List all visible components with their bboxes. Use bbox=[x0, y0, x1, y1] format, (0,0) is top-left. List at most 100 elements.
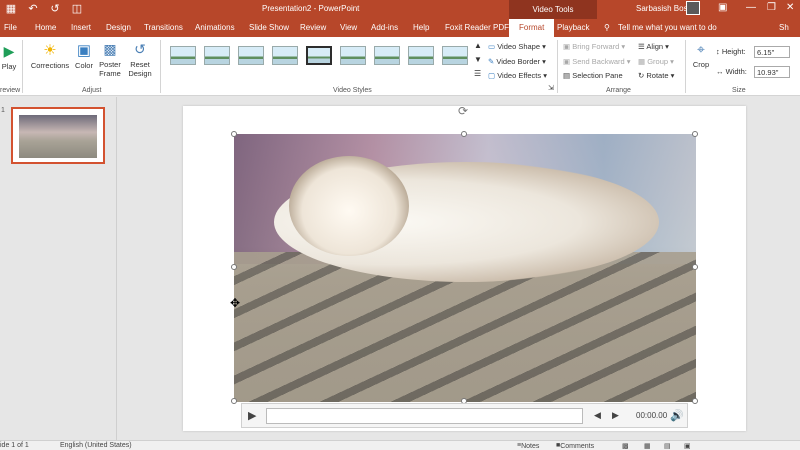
quick-access-toolbar: ▦ ↶ ↺ ◫ bbox=[4, 2, 84, 15]
tab-add-ins[interactable]: Add-ins bbox=[371, 19, 398, 37]
tell-me-search[interactable]: Tell me what you want to do bbox=[618, 19, 717, 37]
separator bbox=[22, 40, 23, 93]
present-icon[interactable]: ◫ bbox=[70, 2, 84, 15]
corrections-button[interactable]: ☀ Corrections bbox=[30, 41, 70, 70]
lightbulb-icon: ⚲ bbox=[604, 23, 610, 32]
size-group-label: Size bbox=[732, 87, 746, 94]
reading-view-icon[interactable]: ▤ bbox=[664, 442, 671, 450]
tab-home[interactable]: Home bbox=[35, 19, 56, 37]
height-field[interactable]: 6.15" bbox=[754, 46, 790, 58]
player-play-icon[interactable]: ▶ bbox=[248, 409, 256, 422]
undo-icon[interactable]: ↶ bbox=[26, 2, 40, 15]
group-icon: ▦ bbox=[638, 57, 646, 66]
tab-view[interactable]: View bbox=[340, 19, 357, 37]
bring-forward-button[interactable]: ▣ Bring Forward ▾ bbox=[563, 42, 625, 51]
ribbon-display-options-icon[interactable]: ▣ bbox=[718, 2, 727, 13]
player-back-icon[interactable]: ◀ bbox=[594, 410, 601, 421]
width-icon: ↔ bbox=[716, 67, 724, 76]
color-button[interactable]: ▣ Color bbox=[73, 41, 95, 70]
selection-pane-button[interactable]: ▤ Selection Pane bbox=[563, 71, 623, 80]
slide-show-icon[interactable]: ▣ bbox=[684, 442, 691, 450]
normal-view-icon[interactable]: ▩ bbox=[622, 442, 629, 450]
video-style-thumb[interactable] bbox=[442, 46, 468, 65]
tab-playback[interactable]: Playback bbox=[557, 19, 590, 37]
corrections-icon: ☀ bbox=[43, 42, 57, 59]
tab-slide-show[interactable]: Slide Show bbox=[249, 19, 289, 37]
video-style-thumb[interactable] bbox=[272, 46, 298, 65]
video-style-thumb[interactable] bbox=[408, 46, 434, 65]
tab-design[interactable]: Design bbox=[106, 19, 131, 37]
redo-icon[interactable]: ↺ bbox=[48, 2, 62, 15]
media-player-controls: ▶ ◀ ▶ 00:00.00 🔊 bbox=[241, 403, 688, 428]
send-backward-button[interactable]: ▣ Send Backward ▾ bbox=[563, 57, 631, 66]
tab-review[interactable]: Review bbox=[300, 19, 326, 37]
video-style-thumb[interactable] bbox=[374, 46, 400, 65]
minimize-button[interactable]: — bbox=[746, 2, 756, 13]
corrections-label: Corrections bbox=[30, 61, 70, 70]
video-shape-button[interactable]: ▭ Video Shape ▾ bbox=[488, 42, 546, 51]
tab-foxit-reader-pdf[interactable]: Foxit Reader PDF bbox=[445, 19, 509, 37]
language-status[interactable]: English (United States) bbox=[60, 442, 132, 449]
comments-label: Comments bbox=[560, 443, 595, 450]
crop-label: Crop bbox=[692, 60, 710, 69]
video-style-thumb[interactable] bbox=[340, 46, 366, 65]
video-border-button[interactable]: ✎ Video Border ▾ bbox=[488, 57, 546, 66]
separator bbox=[160, 40, 161, 93]
crop-button[interactable]: ⌖ Crop bbox=[690, 41, 712, 69]
slide-sorter-icon[interactable]: ▦ bbox=[644, 442, 651, 450]
reset-design-icon: ↺ bbox=[134, 41, 146, 57]
resize-handle[interactable] bbox=[231, 131, 237, 137]
width-field[interactable]: 10.93" bbox=[754, 66, 790, 78]
resize-handle[interactable] bbox=[231, 398, 237, 404]
video-effects-button[interactable]: ▢ Video Effects ▾ bbox=[488, 71, 547, 80]
video-style-thumb[interactable] bbox=[204, 46, 230, 65]
tab-file[interactable]: File bbox=[4, 19, 17, 37]
gallery-scroll-down-icon[interactable]: ▼ bbox=[474, 55, 482, 64]
dialog-launcher-icon[interactable]: ⇲ bbox=[548, 84, 554, 92]
tab-insert[interactable]: Insert bbox=[71, 19, 91, 37]
resize-handle[interactable] bbox=[692, 398, 698, 404]
tab-animations[interactable]: Animations bbox=[195, 19, 235, 37]
resize-handle[interactable] bbox=[231, 264, 237, 270]
height-label-text: Height: bbox=[721, 47, 746, 56]
avatar[interactable] bbox=[686, 1, 700, 15]
video-frame[interactable] bbox=[234, 134, 696, 402]
rotate-button[interactable]: ↻ Rotate ▾ bbox=[638, 71, 674, 80]
close-button[interactable]: ✕ bbox=[786, 2, 794, 13]
user-name[interactable]: Sarbasish Bose bbox=[636, 4, 692, 13]
bring-forward-icon: ▣ bbox=[563, 42, 571, 51]
video-styles-group-label: Video Styles bbox=[333, 87, 372, 94]
play-button[interactable]: ▶ Play bbox=[1, 43, 17, 71]
play-label: Play bbox=[1, 62, 17, 71]
gallery-more-icon[interactable]: ☰ bbox=[474, 69, 481, 78]
rotate-handle-icon[interactable]: ⟳ bbox=[458, 104, 468, 118]
reset-design-label-2: Design bbox=[128, 69, 152, 78]
video-style-thumb[interactable] bbox=[306, 46, 332, 65]
gallery-scroll-up-icon[interactable]: ▲ bbox=[474, 41, 482, 50]
tab-help[interactable]: Help bbox=[413, 19, 429, 37]
poster-frame-button[interactable]: ▩ Poster Frame bbox=[97, 41, 123, 78]
slide-thumbnail[interactable] bbox=[11, 107, 105, 164]
align-button[interactable]: ☰ Align ▾ bbox=[638, 42, 669, 51]
width-label-text: Width: bbox=[725, 67, 747, 76]
player-timeline[interactable] bbox=[266, 408, 583, 424]
reset-design-button[interactable]: ↺ Reset Design bbox=[126, 41, 154, 78]
player-forward-icon[interactable]: ▶ bbox=[612, 410, 619, 421]
rotate-icon: ↻ bbox=[638, 71, 645, 80]
adjust-group-label: Adjust bbox=[82, 87, 102, 94]
notes-button[interactable]: ≡ Notes bbox=[517, 442, 539, 450]
tab-transitions[interactable]: Transitions bbox=[144, 19, 183, 37]
share-button[interactable]: Sh bbox=[779, 19, 789, 37]
save-icon[interactable]: ▦ bbox=[4, 2, 18, 15]
tab-format[interactable]: Format bbox=[509, 19, 555, 37]
resize-handle[interactable] bbox=[461, 131, 467, 137]
video-style-thumb[interactable] bbox=[170, 46, 196, 65]
resize-handle[interactable] bbox=[692, 264, 698, 270]
video-style-thumb[interactable] bbox=[238, 46, 264, 65]
comments-button[interactable]: ■ Comments bbox=[556, 442, 594, 450]
resize-handle[interactable] bbox=[692, 131, 698, 137]
restore-button[interactable]: ❐ bbox=[767, 2, 776, 13]
group-button[interactable]: ▦ Group ▾ bbox=[638, 57, 674, 66]
video-border-icon: ✎ bbox=[488, 57, 495, 66]
player-volume-icon[interactable]: 🔊 bbox=[670, 409, 684, 422]
